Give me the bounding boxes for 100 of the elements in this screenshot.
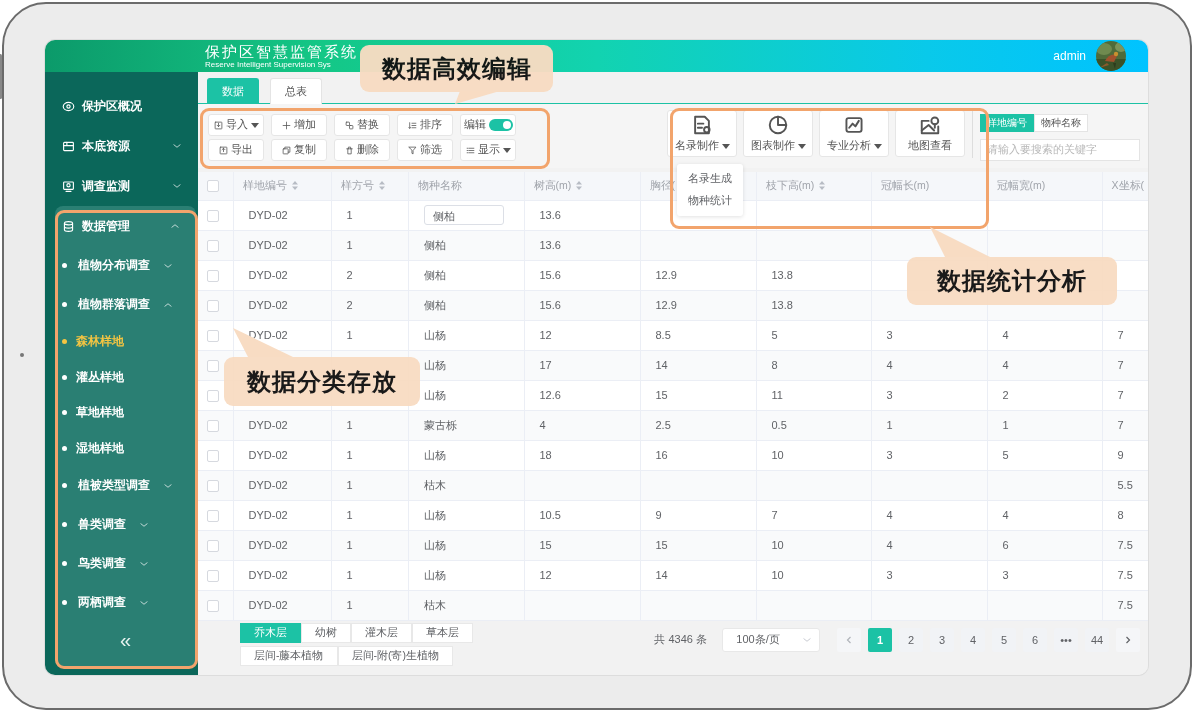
checkbox[interactable]	[207, 269, 219, 282]
checkbox[interactable]	[207, 479, 219, 492]
page-button[interactable]: 4	[961, 627, 985, 652]
toolbar-button[interactable]: 筛选	[397, 139, 453, 161]
collapse-button[interactable]: «	[119, 630, 132, 650]
export-icon	[219, 145, 228, 155]
page-button[interactable]: 3	[930, 627, 954, 652]
table-cell: DYD-02	[248, 509, 288, 521]
toolbar-button[interactable]: 增加	[271, 114, 327, 136]
menu-option[interactable]: 物种统计	[677, 190, 743, 212]
checkbox[interactable]	[207, 389, 219, 402]
column-header: 枝下高(m)	[765, 178, 815, 193]
table-cell: 1	[346, 329, 353, 341]
checkbox[interactable]	[207, 299, 219, 312]
menu-item[interactable]: 数据管理	[82, 218, 130, 234]
table-cell: 5.5	[1117, 479, 1133, 491]
toolbar-button[interactable]: 排序	[397, 114, 453, 136]
page-button[interactable]: •••	[1054, 627, 1078, 652]
table-cell: 12.9	[655, 269, 677, 281]
menu-item[interactable]: 调查监测	[82, 178, 130, 194]
caret-icon	[797, 143, 806, 149]
bullet-dot	[62, 522, 67, 527]
analysis-button[interactable]: 名录制作	[667, 110, 737, 157]
toolbar-button[interactable]: 显示	[460, 139, 516, 161]
menu-item[interactable]: 本底资源	[82, 138, 130, 154]
checkbox[interactable]	[207, 329, 219, 342]
toolbar-button[interactable]: 导入	[208, 114, 264, 136]
checkbox[interactable]	[207, 539, 219, 552]
analysis-button[interactable]: 专业分析	[819, 110, 889, 157]
checkbox[interactable]	[207, 209, 219, 222]
sort-icon[interactable]	[291, 181, 298, 191]
chevron-down-icon	[172, 181, 182, 191]
menu-item[interactable]: 植被类型调查	[78, 478, 150, 493]
page-button[interactable]: 5	[992, 627, 1016, 652]
checkbox[interactable]	[207, 239, 219, 252]
table-cell: 16	[655, 449, 668, 461]
table-cell: 山杨	[423, 538, 446, 551]
toolbar-button[interactable]: 导出	[208, 139, 264, 161]
trash-icon	[345, 145, 354, 155]
table-cell: 14	[655, 569, 668, 581]
checkbox[interactable]	[207, 569, 219, 582]
menu-item[interactable]: 草地样地	[76, 405, 124, 421]
table-cell: 4	[886, 539, 893, 551]
bullet-dot	[62, 561, 67, 566]
table-cell: 2	[346, 269, 353, 281]
toolbar-button[interactable]: 替换	[334, 114, 390, 136]
menu-item[interactable]: 灌丛样地	[76, 369, 124, 385]
table-cell: 1	[346, 509, 353, 521]
checkbox[interactable]	[207, 599, 219, 612]
tab[interactable]: 总表	[270, 78, 322, 104]
pie-chart-icon	[767, 114, 789, 136]
table-cell: 7	[1117, 329, 1124, 341]
checkbox[interactable]	[207, 509, 219, 522]
page-size-select[interactable]: 100条/页	[722, 627, 820, 652]
table-cell: 4	[1002, 329, 1009, 341]
table-cell: 侧柏	[423, 238, 446, 251]
menu-item[interactable]: 植物群落调查	[78, 297, 150, 312]
checkbox[interactable]	[207, 449, 219, 462]
analysis-button[interactable]: 图表制作	[743, 110, 813, 157]
page-button[interactable]: 44	[1085, 627, 1109, 652]
menu-option[interactable]: 名录生成	[677, 168, 743, 190]
layer-tab[interactable]: 幼树	[301, 622, 351, 643]
next-page-button[interactable]	[1116, 627, 1140, 652]
table-cell: 8	[1117, 509, 1124, 521]
table-cell: 15	[655, 389, 668, 401]
checkbox[interactable]	[207, 180, 219, 193]
menu-item[interactable]: 鸟类调查	[78, 556, 126, 571]
table-cell: 12.6	[539, 389, 561, 401]
table-cell: 14	[655, 359, 668, 371]
table-cell: 7	[1117, 389, 1124, 401]
table-cell: 侧柏	[423, 268, 446, 281]
menu-item[interactable]: 兽类调查	[78, 517, 126, 532]
checkbox[interactable]	[207, 419, 219, 432]
sort-icon[interactable]	[576, 181, 583, 191]
toggle-switch[interactable]	[488, 119, 513, 131]
line-chart-icon	[843, 114, 865, 136]
table-cell: DYD-02	[248, 449, 288, 461]
menu-item[interactable]: 两栖调查	[78, 595, 126, 610]
toolbar-button[interactable]: 复制	[271, 139, 327, 161]
previous-page-button[interactable]	[837, 627, 861, 652]
toolbar-button[interactable]: 删除	[334, 139, 390, 161]
checkbox[interactable]	[207, 359, 219, 372]
table-cell: DYD-02	[248, 479, 288, 491]
page-button[interactable]: 6	[1023, 627, 1047, 652]
layer-tab[interactable]: 草本层	[412, 622, 473, 643]
analysis-button[interactable]: 地图查看	[895, 110, 965, 157]
sort-icon[interactable]	[378, 181, 385, 191]
table-cell: 4	[886, 509, 893, 521]
layer-tab[interactable]: 灌木层	[351, 622, 412, 643]
menu-item[interactable]: 湿地样地	[76, 440, 124, 456]
page-button[interactable]: 2	[899, 627, 923, 652]
input-field[interactable]: 侧柏	[423, 205, 504, 225]
chevron-down-icon	[172, 141, 182, 151]
menu-item[interactable]: 保护区概况	[82, 98, 142, 114]
chevron-right-icon	[1124, 635, 1132, 644]
menu-item[interactable]: 植物分布调查	[78, 258, 150, 273]
search-mode-tab[interactable]: 物种名称	[1034, 114, 1088, 132]
layer-tab[interactable]: 层间-藤本植物	[240, 645, 338, 666]
layer-tab[interactable]: 层间-附(寄)生植物	[337, 645, 453, 666]
sort-icon[interactable]	[819, 181, 826, 191]
